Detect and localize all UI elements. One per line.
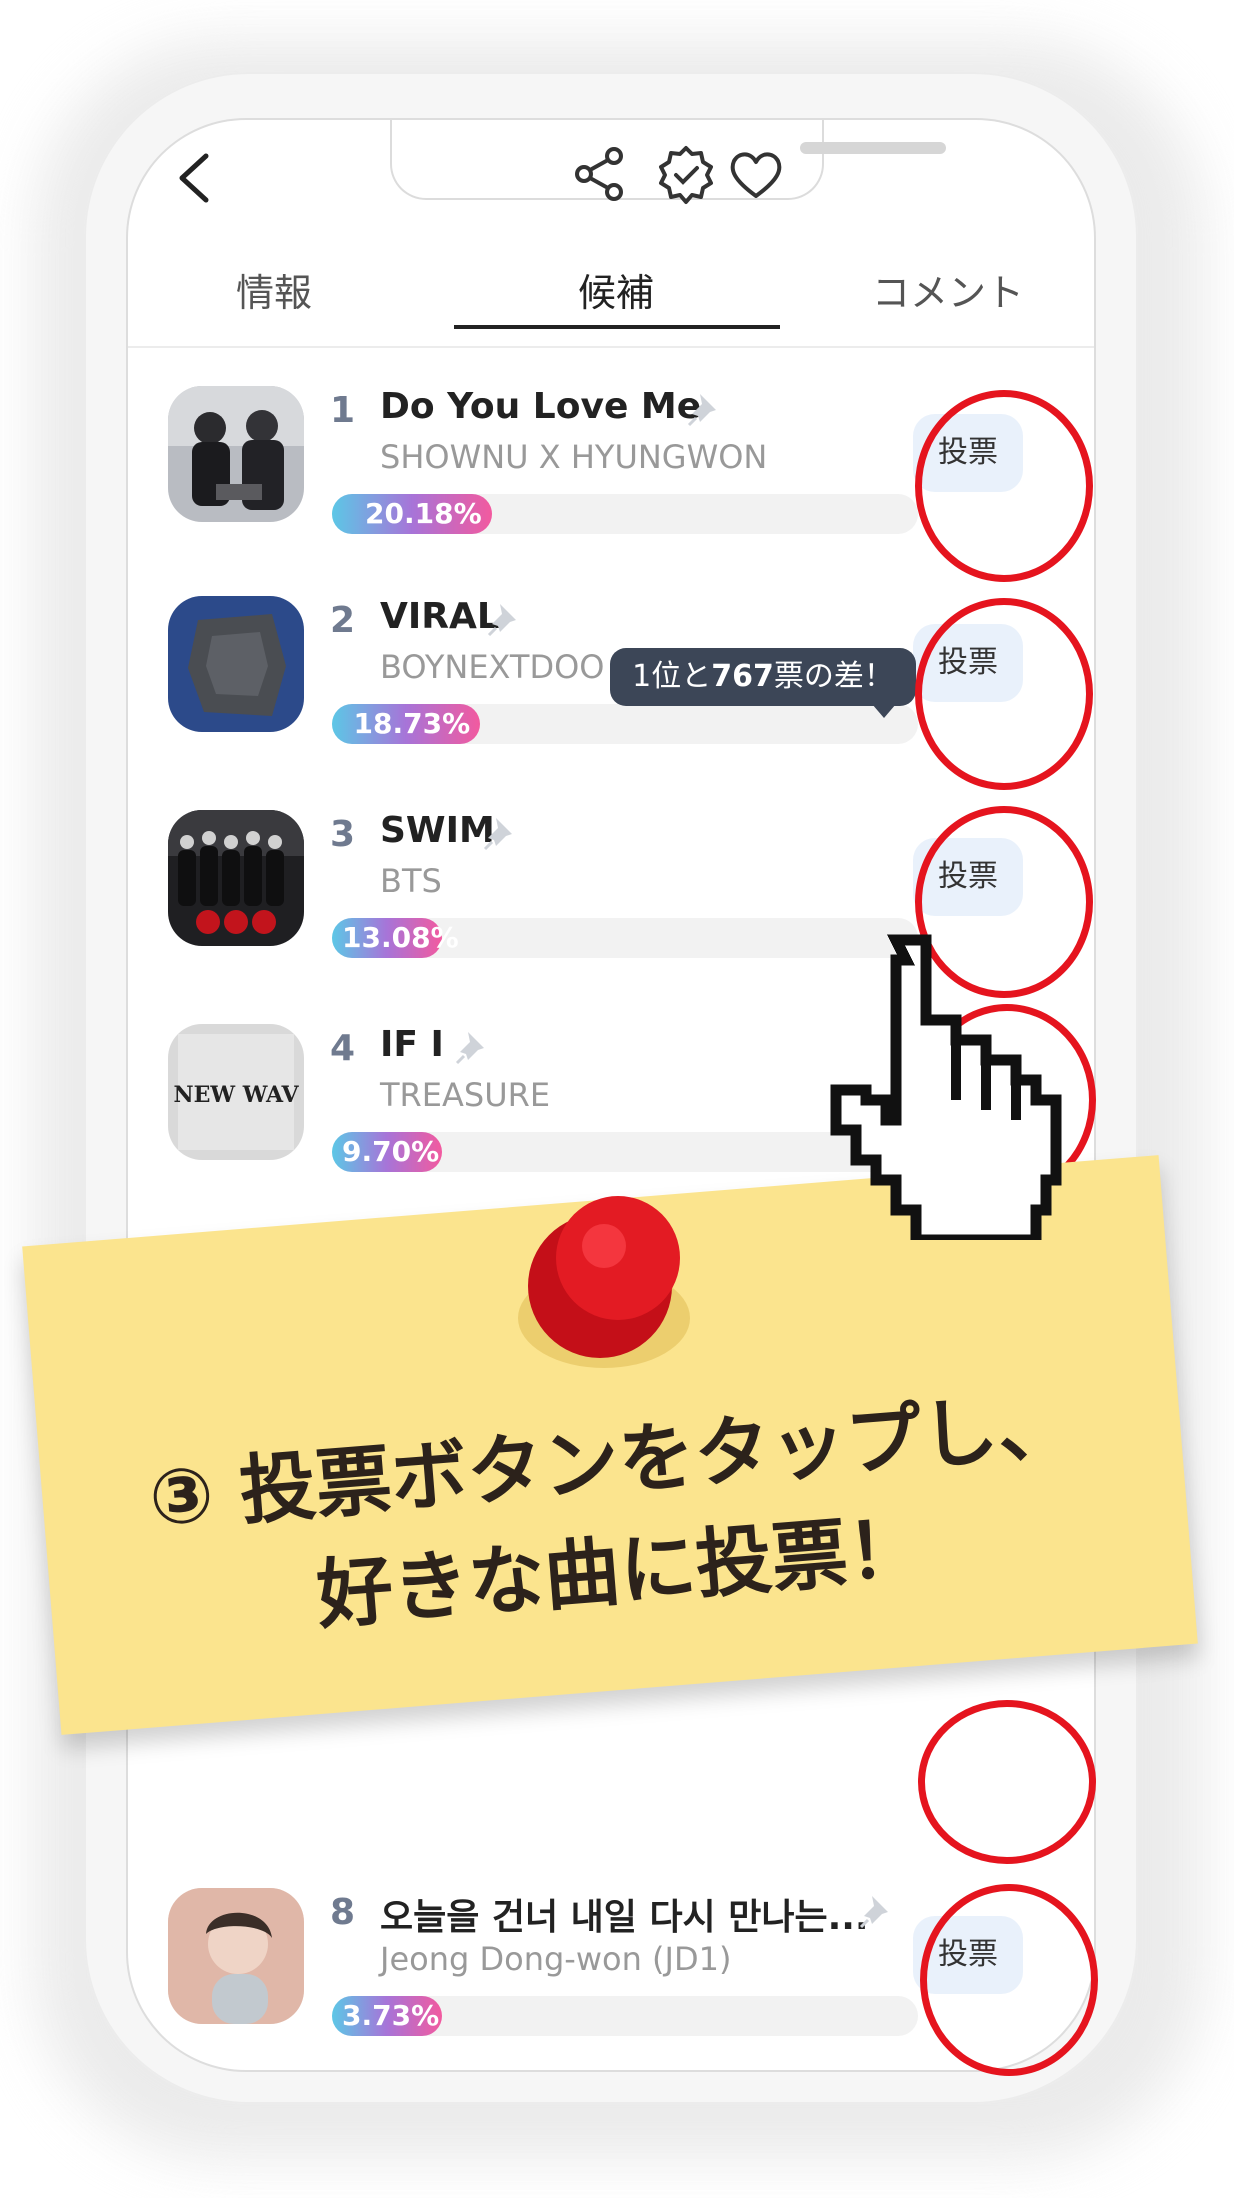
tab-bar: 情報 候補 コメント	[128, 250, 1094, 348]
album-art	[168, 810, 304, 946]
artist-name: TREASURE	[380, 1076, 551, 1114]
album-art	[168, 386, 304, 522]
speaker	[800, 142, 946, 154]
highlight-ring	[915, 598, 1093, 790]
artist-name: BOYNEXTDOO	[380, 648, 605, 686]
pushpin-icon	[518, 1196, 690, 1368]
pin-icon[interactable]	[486, 600, 524, 638]
tooltip-vote-gap: 767	[711, 659, 774, 694]
rank-number: 8	[330, 1892, 356, 1933]
tooltip-text-post: 票の差！	[773, 659, 894, 694]
vote-progress-bar: 20.18%	[332, 494, 918, 534]
rank-number: 2	[330, 600, 356, 641]
album-art	[168, 596, 304, 732]
tooltip-tail	[872, 704, 896, 718]
album-art-text: NEW WAV	[173, 1082, 299, 1108]
tab-info[interactable]: 情報	[128, 250, 424, 346]
tab-comments[interactable]: コメント	[798, 250, 1094, 346]
song-title: VIRAL	[380, 596, 500, 637]
album-art	[168, 1888, 304, 2024]
vote-percent: 18.73%	[353, 707, 471, 740]
share-icon[interactable]	[568, 142, 632, 206]
vote-progress-bar: 18.73%	[332, 704, 918, 744]
song-title: Do You Love Me	[380, 386, 702, 427]
pin-icon[interactable]	[482, 814, 520, 852]
pin-icon[interactable]	[858, 1892, 896, 1930]
tab-candidates[interactable]: 候補	[466, 250, 766, 346]
pin-icon[interactable]	[454, 1028, 492, 1066]
vote-percent: 13.08%	[342, 921, 459, 954]
song-title: 오늘을 건너 내일 다시 만나는...	[380, 1897, 869, 1938]
tooltip-text-pre: 1位と	[632, 659, 712, 694]
back-chevron-icon[interactable]	[172, 148, 218, 208]
vote-percent: 9.70%	[342, 1135, 440, 1168]
pointer-hand-icon	[830, 934, 1062, 1240]
song-title: SWIM	[380, 810, 495, 851]
heart-icon[interactable]	[724, 142, 788, 206]
artist-name: BTS	[380, 862, 442, 900]
album-art: NEW WAV	[168, 1024, 304, 1160]
vote-percent: 20.18%	[365, 497, 482, 530]
vote-progress-bar: 3.73%	[332, 1996, 918, 2036]
artist-name: Jeong Dong-won (JD1)	[380, 1940, 732, 1978]
highlight-ring	[915, 390, 1093, 582]
highlight-ring	[918, 1700, 1096, 1864]
vote-percent: 3.73%	[342, 1999, 440, 2032]
rank-number: 3	[330, 814, 356, 855]
song-title: IF I	[380, 1024, 444, 1065]
pin-icon[interactable]	[686, 390, 724, 428]
artist-name: SHOWNU X HYUNGWON	[380, 438, 768, 476]
vote-gap-tooltip: 1位と767票の差！	[610, 648, 916, 706]
verified-badge-icon[interactable]	[654, 142, 718, 206]
rank-number: 4	[330, 1028, 356, 1069]
highlight-ring	[920, 1884, 1098, 2076]
active-tab-indicator	[454, 325, 780, 329]
rank-number: 1	[330, 390, 356, 431]
